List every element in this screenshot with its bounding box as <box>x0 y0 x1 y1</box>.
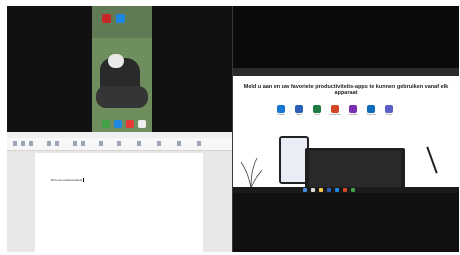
search-icon[interactable] <box>311 188 315 192</box>
app-label: OneDrive <box>366 114 376 116</box>
ribbon-button[interactable] <box>73 141 77 146</box>
ribbon-button[interactable] <box>99 141 103 146</box>
start-icon[interactable] <box>303 188 307 192</box>
app-tile-outlook[interactable]: Outlook <box>275 105 287 116</box>
screen: Dit is een tekst bestand Meld u aan en u… <box>0 0 460 255</box>
folder-icon[interactable] <box>319 188 323 192</box>
teams-icon <box>385 105 393 113</box>
app-label: Teams <box>385 114 393 116</box>
ribbon-button[interactable] <box>81 141 85 146</box>
phone-icon[interactable] <box>102 120 110 128</box>
app-tile-excel[interactable]: Excel <box>311 105 323 116</box>
window-divider <box>232 6 233 252</box>
office-window[interactable]: Meld u aan en uw favoriete productivitei… <box>233 68 459 193</box>
outlook-icon <box>277 105 285 113</box>
office-title-bar[interactable] <box>233 68 459 76</box>
onenote-icon <box>349 105 357 113</box>
text-cursor <box>83 178 84 183</box>
ribbon-button[interactable] <box>157 141 161 146</box>
empty-desktop-area <box>233 6 459 68</box>
messages-icon[interactable] <box>114 120 122 128</box>
app-tile-powerpoint[interactable]: PowerPoint <box>329 105 341 116</box>
edge-icon[interactable] <box>335 188 339 192</box>
app-tile-word[interactable]: Word <box>293 105 305 116</box>
word-ribbon[interactable] <box>7 138 232 151</box>
app-label: OneNote <box>348 114 358 116</box>
word-icon <box>295 105 303 113</box>
excel-icon <box>313 105 321 113</box>
camera-icon[interactable] <box>138 120 146 128</box>
ribbon-button[interactable] <box>47 141 51 146</box>
ribbon-button[interactable] <box>21 141 25 146</box>
app-label: PowerPoint <box>329 114 341 116</box>
app-tile-onedrive[interactable]: OneDrive <box>365 105 377 116</box>
blue-app-icon[interactable] <box>116 14 125 23</box>
ribbon-button[interactable] <box>177 141 181 146</box>
ribbon-button[interactable] <box>117 141 121 146</box>
phone-screen[interactable] <box>92 6 152 132</box>
app-taskbar-icon[interactable] <box>351 188 355 192</box>
document-page[interactable]: Dit is een tekst bestand <box>35 153 203 252</box>
word-taskbar-icon[interactable] <box>327 188 331 192</box>
ribbon-button[interactable] <box>197 141 201 146</box>
app-tile-onenote[interactable]: OneNote <box>347 105 359 116</box>
app-tile-teams[interactable]: Teams <box>383 105 395 116</box>
app-label: Word <box>296 114 302 116</box>
document-text-content: Dit is een tekst bestand <box>51 178 83 182</box>
browser-icon[interactable] <box>126 120 134 128</box>
ribbon-button[interactable] <box>13 141 17 146</box>
desktop: Dit is een tekst bestand Meld u aan en u… <box>7 6 459 252</box>
onedrive-icon <box>367 105 375 113</box>
powerpoint-icon <box>331 105 339 113</box>
app-label: Excel <box>314 114 320 116</box>
office-headline: Meld u aan en uw favoriete productivitei… <box>243 84 449 96</box>
wallpaper-motorcycle <box>96 86 148 108</box>
pen-illustration <box>426 146 438 174</box>
red-app-icon[interactable] <box>102 14 111 23</box>
laptop-screen-illustration <box>309 151 401 191</box>
app-label: Outlook <box>277 114 285 116</box>
wallpaper-helmet <box>108 54 124 68</box>
word-canvas: Dit is een tekst bestand <box>7 151 232 252</box>
ribbon-button[interactable] <box>137 141 141 146</box>
ribbon-button[interactable] <box>29 141 33 146</box>
empty-desktop-area-bottom <box>233 193 459 252</box>
word-window[interactable]: Dit is een tekst bestand <box>7 132 232 252</box>
document-text[interactable]: Dit is een tekst bestand <box>51 178 84 183</box>
ribbon-button[interactable] <box>55 141 59 146</box>
phone-mirror-window[interactable] <box>7 6 232 132</box>
powerpoint-taskbar-icon[interactable] <box>343 188 347 192</box>
